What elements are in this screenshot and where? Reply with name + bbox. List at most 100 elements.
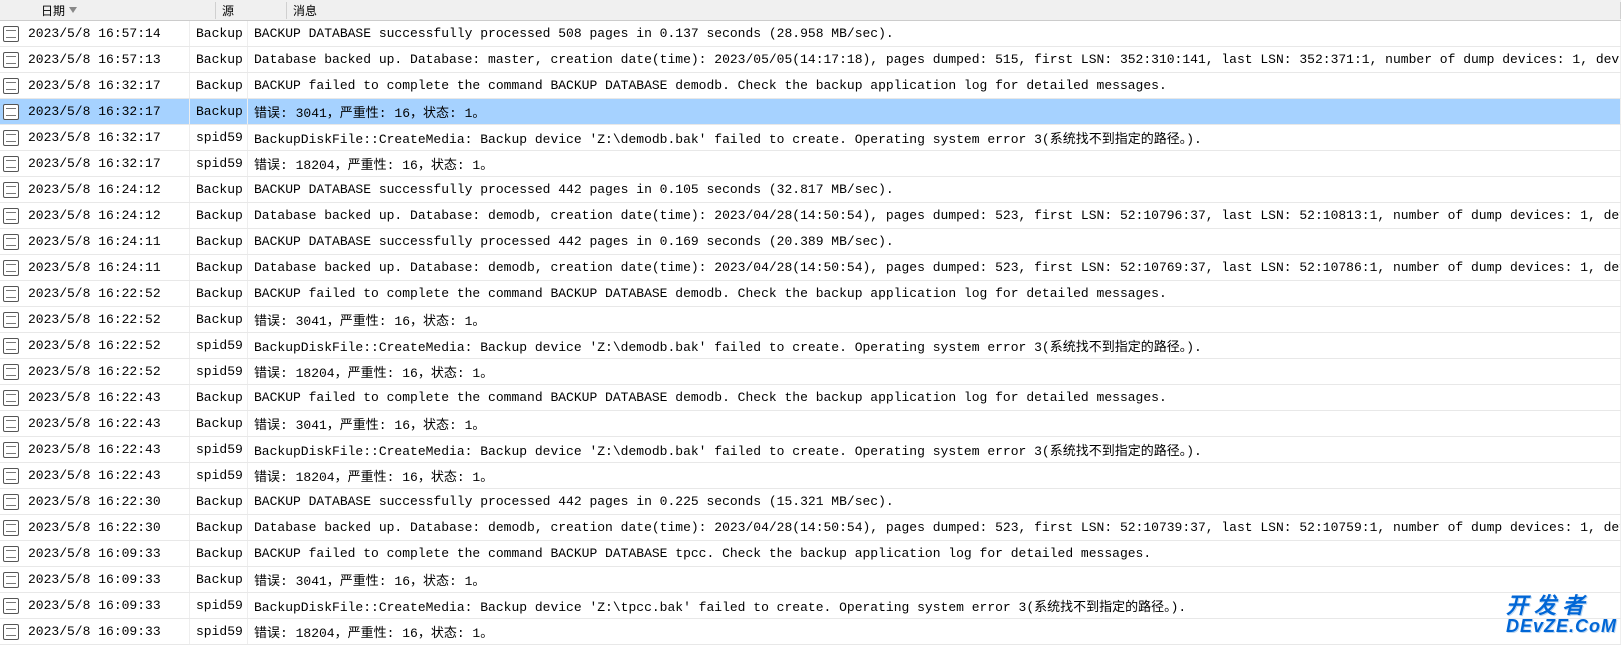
row-source: Backup [190,541,248,566]
column-header-date[interactable]: 日期 [35,2,216,19]
table-row[interactable]: 2023/5/8 16:32:17spid59BackupDiskFile::C… [0,125,1621,151]
table-row[interactable]: 2023/5/8 16:22:52spid59BackupDiskFile::C… [0,333,1621,359]
table-row[interactable]: 2023/5/8 16:24:12BackupDatabase backed u… [0,203,1621,229]
row-message: 错误: 18204，严重性: 16，状态: 1。 [248,619,1621,644]
row-message: BackupDiskFile::CreateMedia: Backup devi… [248,333,1621,358]
row-date: 2023/5/8 16:32:17 [22,73,190,98]
table-row[interactable]: 2023/5/8 16:22:52Backup错误: 3041，严重性: 16，… [0,307,1621,333]
log-entry-icon [3,390,19,406]
row-date: 2023/5/8 16:22:52 [22,281,190,306]
row-source: Backup [190,21,248,46]
log-entry-icon [3,156,19,172]
table-row[interactable]: 2023/5/8 16:24:12BackupBACKUP DATABASE s… [0,177,1621,203]
column-header-row: 日期 源 消息 [0,0,1621,21]
log-entry-icon [3,130,19,146]
row-date: 2023/5/8 16:09:33 [22,567,190,592]
row-type-icon-cell [0,203,22,228]
log-entry-icon [3,494,19,510]
column-header-date-label: 日期 [41,2,65,19]
column-header-source[interactable]: 源 [216,2,287,19]
row-source: Backup [190,307,248,332]
row-date: 2023/5/8 16:22:30 [22,515,190,540]
row-type-icon-cell [0,307,22,332]
table-row[interactable]: 2023/5/8 16:57:14BackupBACKUP DATABASE s… [0,21,1621,47]
row-message: BACKUP DATABASE successfully processed 5… [248,21,1621,46]
log-entry-icon [3,78,19,94]
table-row[interactable]: 2023/5/8 16:57:13BackupDatabase backed u… [0,47,1621,73]
log-entry-icon [3,520,19,536]
column-header-message[interactable]: 消息 [287,2,1621,19]
row-type-icon-cell [0,177,22,202]
row-source: Backup [190,489,248,514]
row-source: spid59 [190,437,248,462]
log-entry-icon [3,52,19,68]
table-row[interactable]: 2023/5/8 16:09:33BackupBACKUP failed to … [0,541,1621,567]
log-entry-icon [3,312,19,328]
row-source: Backup [190,255,248,280]
log-entry-icon [3,338,19,354]
row-source: Backup [190,99,248,124]
log-entry-icon [3,442,19,458]
table-row[interactable]: 2023/5/8 16:32:17Backup错误: 3041，严重性: 16，… [0,99,1621,125]
row-date: 2023/5/8 16:22:43 [22,463,190,488]
sort-descending-icon [69,7,77,13]
row-source: spid59 [190,333,248,358]
row-type-icon-cell [0,489,22,514]
table-row[interactable]: 2023/5/8 16:22:30BackupBACKUP DATABASE s… [0,489,1621,515]
row-message: 错误: 18204，严重性: 16，状态: 1。 [248,359,1621,384]
table-row[interactable]: 2023/5/8 16:32:17BackupBACKUP failed to … [0,73,1621,99]
row-message: BACKUP DATABASE successfully processed 4… [248,489,1621,514]
row-source: spid59 [190,359,248,384]
table-row[interactable]: 2023/5/8 16:22:30BackupDatabase backed u… [0,515,1621,541]
log-entry-icon [3,286,19,302]
row-type-icon-cell [0,151,22,176]
table-row[interactable]: 2023/5/8 16:24:11BackupDatabase backed u… [0,255,1621,281]
row-type-icon-cell [0,541,22,566]
row-message: BACKUP failed to complete the command BA… [248,281,1621,306]
table-row[interactable]: 2023/5/8 16:22:43BackupBACKUP failed to … [0,385,1621,411]
row-date: 2023/5/8 16:24:11 [22,255,190,280]
column-header-message-label: 消息 [293,2,317,19]
row-source: spid59 [190,463,248,488]
log-entry-icon [3,598,19,614]
row-message: BACKUP DATABASE successfully processed 4… [248,229,1621,254]
row-source: spid59 [190,593,248,618]
row-source: Backup [190,73,248,98]
row-date: 2023/5/8 16:22:52 [22,307,190,332]
row-source: Backup [190,177,248,202]
row-message: Database backed up. Database: demodb, cr… [248,255,1621,280]
row-message: BackupDiskFile::CreateMedia: Backup devi… [248,437,1621,462]
row-message: Database backed up. Database: master, cr… [248,47,1621,72]
row-message: 错误: 3041，严重性: 16，状态: 1。 [248,567,1621,592]
row-source: Backup [190,385,248,410]
row-message: 错误: 3041，严重性: 16，状态: 1。 [248,411,1621,436]
table-row[interactable]: 2023/5/8 16:22:52BackupBACKUP failed to … [0,281,1621,307]
row-type-icon-cell [0,333,22,358]
row-source: spid59 [190,151,248,176]
row-date: 2023/5/8 16:57:13 [22,47,190,72]
row-date: 2023/5/8 16:09:33 [22,593,190,618]
row-date: 2023/5/8 16:57:14 [22,21,190,46]
row-type-icon-cell [0,385,22,410]
table-row[interactable]: 2023/5/8 16:22:43spid59错误: 18204，严重性: 16… [0,463,1621,489]
row-type-icon-cell [0,229,22,254]
column-header-source-label: 源 [222,2,234,19]
row-source: Backup [190,47,248,72]
table-row[interactable]: 2023/5/8 16:32:17spid59错误: 18204，严重性: 16… [0,151,1621,177]
row-date: 2023/5/8 16:24:12 [22,177,190,202]
row-source: Backup [190,203,248,228]
table-row[interactable]: 2023/5/8 16:22:52spid59错误: 18204，严重性: 16… [0,359,1621,385]
row-type-icon-cell [0,73,22,98]
table-row[interactable]: 2023/5/8 16:09:33spid59BackupDiskFile::C… [0,593,1621,619]
table-row[interactable]: 2023/5/8 16:09:33Backup错误: 3041，严重性: 16，… [0,567,1621,593]
row-message: BACKUP failed to complete the command BA… [248,385,1621,410]
table-row[interactable]: 2023/5/8 16:09:33spid59错误: 18204，严重性: 16… [0,619,1621,645]
row-message: BACKUP failed to complete the command BA… [248,73,1621,98]
row-date: 2023/5/8 16:32:17 [22,125,190,150]
row-date: 2023/5/8 16:32:17 [22,151,190,176]
row-date: 2023/5/8 16:22:43 [22,411,190,436]
table-row[interactable]: 2023/5/8 16:22:43spid59BackupDiskFile::C… [0,437,1621,463]
row-source: spid59 [190,125,248,150]
table-row[interactable]: 2023/5/8 16:22:43Backup错误: 3041，严重性: 16，… [0,411,1621,437]
table-row[interactable]: 2023/5/8 16:24:11BackupBACKUP DATABASE s… [0,229,1621,255]
